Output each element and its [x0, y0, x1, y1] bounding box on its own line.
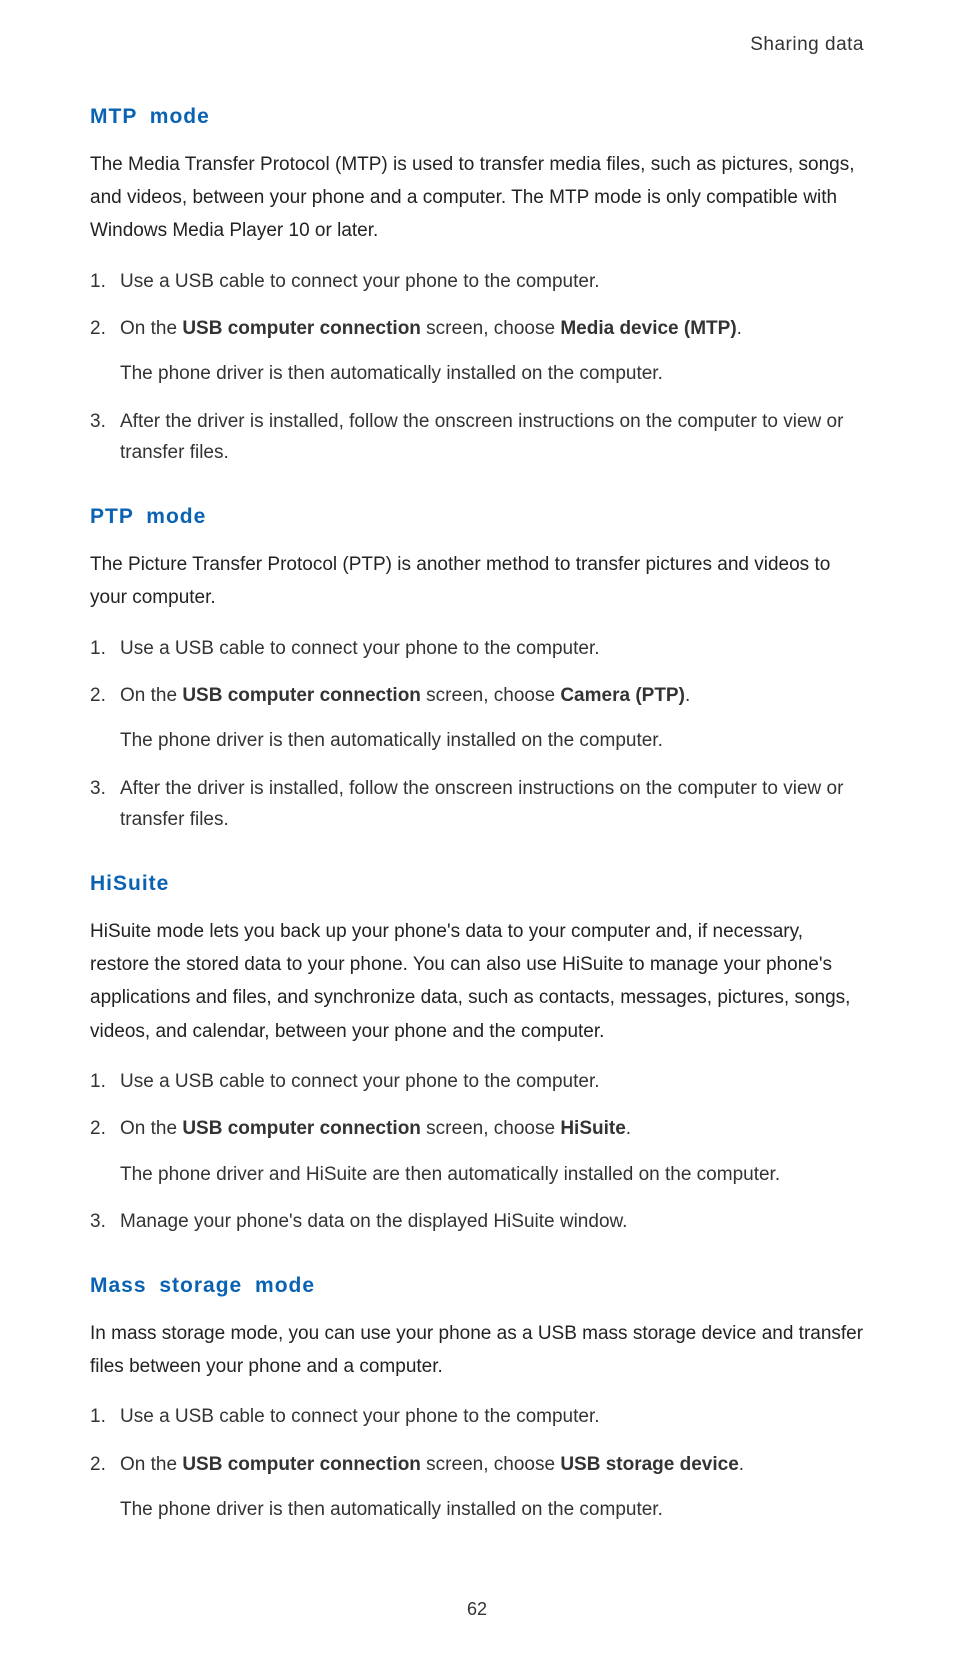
text-run: screen, choose [421, 685, 560, 706]
steps-mtp: Use a USB cable to connect your phone to… [90, 266, 864, 469]
steps-ptp: Use a USB cable to connect your phone to… [90, 633, 864, 836]
text-run: . [737, 318, 742, 339]
step-sub: The phone driver is then automatically i… [120, 358, 864, 389]
section-heading-mtp: MTP mode [90, 100, 864, 134]
step-sub: The phone driver is then automatically i… [120, 1494, 864, 1525]
step-item: On the USB computer connection screen, c… [90, 680, 864, 757]
text-bold: HiSuite [560, 1118, 625, 1139]
text-run: . [685, 685, 690, 706]
text-run: On the [120, 1454, 182, 1475]
text-run: On the [120, 1118, 182, 1139]
text-run: On the [120, 685, 182, 706]
step-item: Use a USB cable to connect your phone to… [90, 1066, 864, 1097]
text-bold: USB storage device [560, 1454, 738, 1475]
step-item: After the driver is installed, follow th… [90, 406, 864, 469]
step-item: Manage your phone's data on the displaye… [90, 1206, 864, 1237]
step-text: Use a USB cable to connect your phone to… [120, 633, 864, 664]
section-body-ptp: The Picture Transfer Protocol (PTP) is a… [90, 548, 864, 615]
section-body-mass-storage: In mass storage mode, you can use your p… [90, 1317, 864, 1384]
page-number: 62 [90, 1595, 864, 1624]
section-heading-ptp: PTP mode [90, 500, 864, 534]
steps-mass-storage: Use a USB cable to connect your phone to… [90, 1401, 864, 1525]
step-item: Use a USB cable to connect your phone to… [90, 633, 864, 664]
step-item: On the USB computer connection screen, c… [90, 1449, 864, 1526]
text-run: . [626, 1118, 631, 1139]
text-run: screen, choose [421, 1454, 560, 1475]
text-bold: USB computer connection [182, 685, 421, 706]
step-text: On the USB computer connection screen, c… [120, 313, 864, 344]
step-text: On the USB computer connection screen, c… [120, 680, 864, 711]
step-sub: The phone driver is then automatically i… [120, 725, 864, 756]
section-body-mtp: The Media Transfer Protocol (MTP) is use… [90, 148, 864, 248]
step-text: Use a USB cable to connect your phone to… [120, 1066, 864, 1097]
text-run: . [739, 1454, 744, 1475]
text-bold: USB computer connection [182, 1118, 421, 1139]
step-text: After the driver is installed, follow th… [120, 773, 864, 836]
step-item: Use a USB cable to connect your phone to… [90, 1401, 864, 1432]
text-bold: USB computer connection [182, 318, 421, 339]
text-run: On the [120, 318, 182, 339]
text-bold: USB computer connection [182, 1454, 421, 1475]
step-sub: The phone driver and HiSuite are then au… [120, 1159, 864, 1190]
section-body-hisuite: HiSuite mode lets you back up your phone… [90, 915, 864, 1048]
step-item: Use a USB cable to connect your phone to… [90, 266, 864, 297]
step-text: Use a USB cable to connect your phone to… [120, 266, 864, 297]
text-bold: Camera (PTP) [560, 685, 685, 706]
step-text: Manage your phone's data on the displaye… [120, 1206, 864, 1237]
section-heading-hisuite: HiSuite [90, 867, 864, 901]
step-text: After the driver is installed, follow th… [120, 406, 864, 469]
section-heading-mass-storage: Mass storage mode [90, 1269, 864, 1303]
page-header: Sharing data [90, 30, 864, 60]
steps-hisuite: Use a USB cable to connect your phone to… [90, 1066, 864, 1237]
step-item: After the driver is installed, follow th… [90, 773, 864, 836]
step-text: Use a USB cable to connect your phone to… [120, 1401, 864, 1432]
text-run: screen, choose [421, 318, 560, 339]
step-item: On the USB computer connection screen, c… [90, 1113, 864, 1190]
step-item: On the USB computer connection screen, c… [90, 313, 864, 390]
step-text: On the USB computer connection screen, c… [120, 1449, 864, 1480]
text-run: screen, choose [421, 1118, 560, 1139]
step-text: On the USB computer connection screen, c… [120, 1113, 864, 1144]
text-bold: Media device (MTP) [560, 318, 736, 339]
